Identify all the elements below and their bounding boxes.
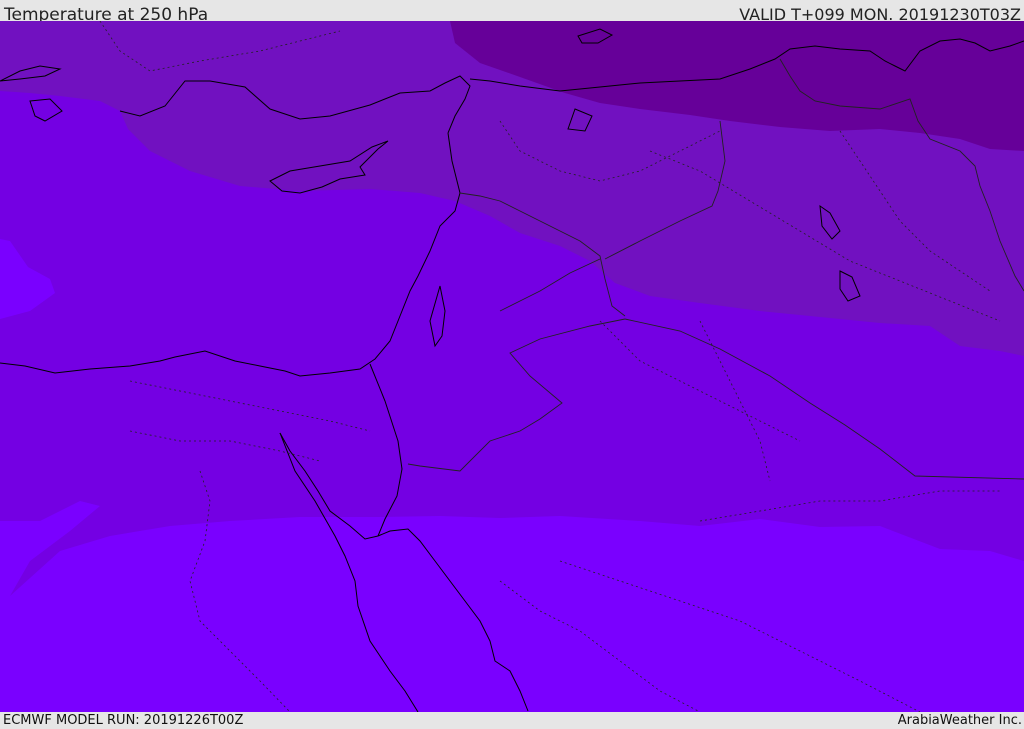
map-header: Temperature at 250 hPa VALID T+099 MON. … [0,0,1024,25]
model-run-label: ECMWF MODEL RUN: 20191226T00Z [3,713,244,728]
weather-map[interactable] [0,21,1024,712]
map-canvas [0,21,1024,712]
map-footer: ECMWF MODEL RUN: 20191226T00Z ArabiaWeat… [0,712,1024,729]
credit-label: ArabiaWeather Inc. [897,713,1022,728]
